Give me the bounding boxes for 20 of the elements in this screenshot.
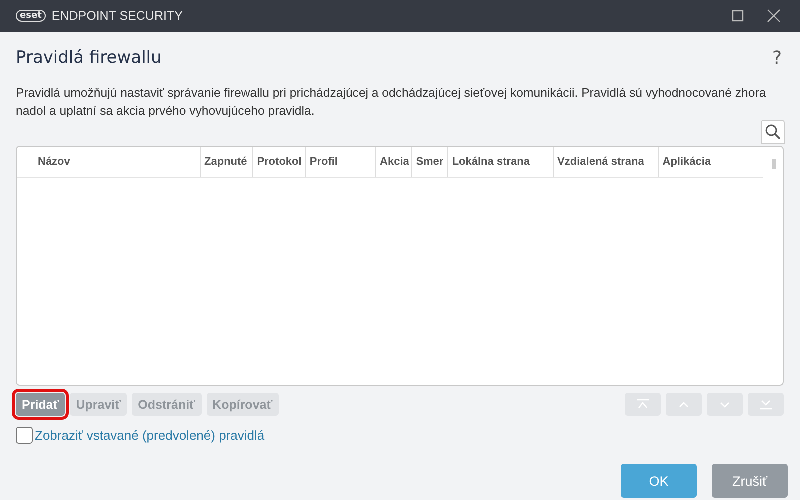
column-header[interactable]: Akcia (375, 147, 412, 177)
description: Pravidlá umožňujú nastaviť správanie firewallu pri prichádzajúcej a odchádzajúcej sieťovej komunikácii. Pravidlá sú vyhodnocované zhora nadol a uplatní sa akcia prvého vyhovujúceho pravidla. (16, 85, 768, 120)
window-title: ENDPOINT SECURITY (52, 9, 184, 23)
logo: eset (16, 10, 46, 22)
scrollbar[interactable] (772, 159, 776, 169)
chevron-bar-up-icon (636, 399, 650, 410)
column-header[interactable]: Lokálna strana (447, 147, 553, 177)
dialog-title: Pravidlá firewallu (16, 48, 163, 68)
search-button[interactable] (761, 120, 785, 144)
show-builtin-checkbox[interactable]: Zobraziť vstavané (predvolené) pravidlá (16, 427, 265, 444)
column-header[interactable]: Vzdialená strana (552, 147, 658, 177)
chevron-bar-down-icon (759, 399, 773, 410)
help-button[interactable]: ? (772, 48, 782, 68)
column-header[interactable]: Aplikácia (658, 147, 763, 177)
column-header[interactable]: Smer (411, 147, 448, 177)
column-header[interactable]: Protokol (252, 147, 305, 177)
column-header[interactable]: Profil (304, 147, 376, 177)
column-header[interactable]: Zapnuté (200, 147, 252, 177)
search-icon (765, 124, 781, 140)
column-header[interactable]: Názov (17, 147, 200, 177)
